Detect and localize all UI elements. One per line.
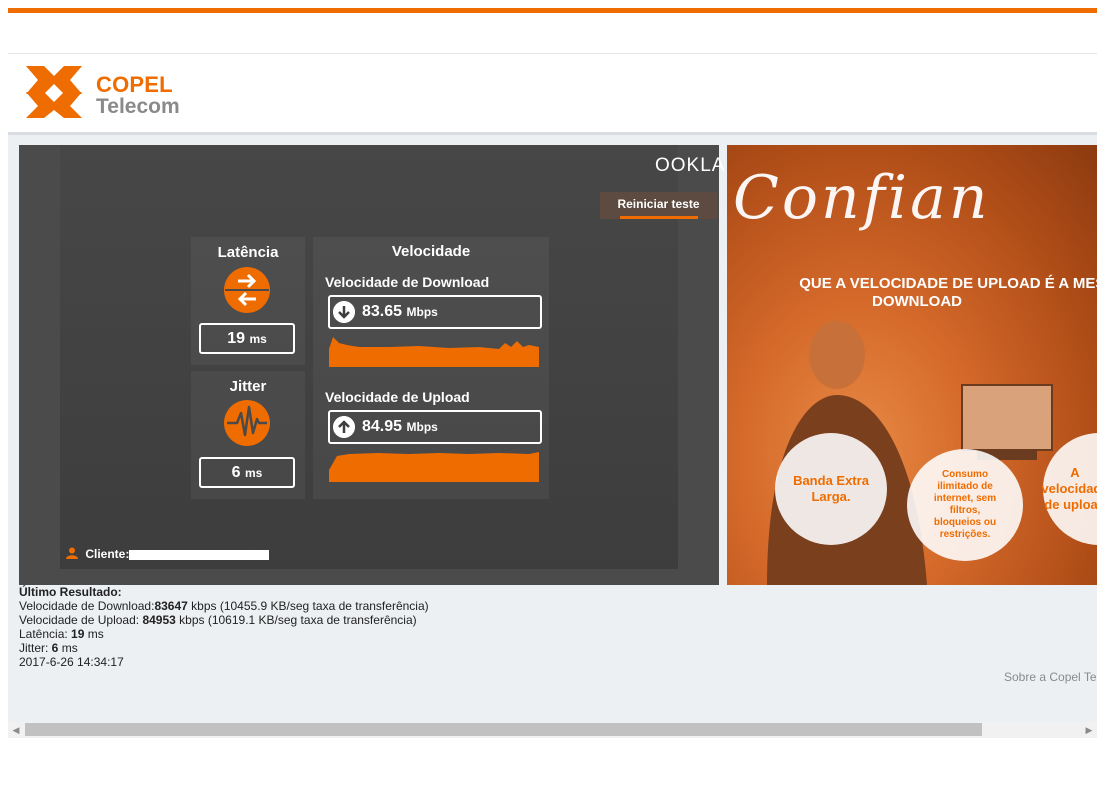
result-timestamp: 2017-6-26 14:34:17 bbox=[19, 655, 124, 669]
result-download: Velocidade de Download:83647 kbps (10455… bbox=[19, 599, 429, 613]
top-accent-bar bbox=[8, 8, 1097, 13]
copel-logo-icon bbox=[26, 66, 82, 118]
speed-card: Velocidade Velocidade de Download 83.65 … bbox=[313, 237, 549, 499]
restart-test-label: Reiniciar teste bbox=[617, 197, 700, 211]
jitter-value-box: 6 ms bbox=[199, 457, 295, 488]
latency-value: 19 bbox=[227, 330, 245, 347]
jitter-title: Jitter bbox=[229, 378, 267, 395]
scrollbar-thumb[interactable] bbox=[25, 723, 982, 736]
client-redacted bbox=[128, 549, 269, 560]
download-label: Velocidade de Download bbox=[325, 274, 490, 290]
latency-icon bbox=[224, 267, 270, 313]
jitter-icon bbox=[224, 400, 270, 446]
speedtest-inner: OOKLA Reiniciar teste Latência 19 ms Jit… bbox=[60, 145, 724, 569]
jitter-unit: ms bbox=[245, 466, 263, 480]
result-upload: Velocidade de Upload: 84953 kbps (10619.… bbox=[19, 613, 417, 627]
download-unit: Mbps bbox=[406, 305, 438, 319]
upload-label: Velocidade de Upload bbox=[325, 389, 470, 405]
last-result-title: Último Resultado: bbox=[19, 585, 122, 599]
upload-arrow-icon bbox=[333, 416, 355, 438]
latency-unit: ms bbox=[249, 332, 267, 346]
restart-test-button[interactable]: Reiniciar teste bbox=[600, 192, 717, 219]
ad-circle-banda: Banda Extra Larga. bbox=[775, 433, 887, 545]
header-divider bbox=[8, 53, 1097, 54]
user-icon bbox=[66, 547, 78, 559]
page-frame: COPEL Telecom OOKLA Reiniciar teste Latê… bbox=[8, 0, 1097, 738]
download-value: 83.65 bbox=[362, 303, 403, 320]
client-info: Cliente: bbox=[66, 547, 269, 561]
latency-title: Latência bbox=[217, 244, 279, 261]
speedtest-panel: OOKLA Reiniciar teste Latência 19 ms Jit… bbox=[19, 145, 724, 585]
ookla-brand: OOKLA bbox=[655, 155, 726, 176]
result-latency: Latência: 19 ms bbox=[19, 627, 104, 641]
copel-telecom-logo[interactable]: COPEL Telecom bbox=[24, 64, 204, 120]
upload-value: 84.95 bbox=[362, 418, 403, 435]
upload-value-box: 84.95 Mbps bbox=[328, 410, 542, 444]
latency-value-box: 19 ms bbox=[199, 323, 295, 354]
scroll-right-icon[interactable]: ▶ bbox=[1081, 722, 1097, 738]
logo-text-telecom: Telecom bbox=[96, 95, 180, 118]
scroll-left-icon[interactable]: ◀ bbox=[8, 722, 24, 738]
restart-underline bbox=[620, 216, 698, 219]
horizontal-scrollbar[interactable]: ◀ ▶ bbox=[8, 722, 1097, 738]
ad-circle-consumo: Consumo ilimitado de internet, sem filtr… bbox=[907, 449, 1023, 561]
jitter-value: 6 bbox=[231, 464, 241, 481]
jitter-card: Jitter 6 ms bbox=[191, 371, 305, 499]
ad-person-illustration bbox=[767, 321, 1053, 585]
ad-banner[interactable]: Confian QUE A VELOCIDADE DE UPLOAD É A M… bbox=[727, 145, 1097, 585]
latency-card: Latência 19 ms bbox=[191, 237, 305, 365]
upload-unit: Mbps bbox=[406, 420, 438, 434]
download-value-box: 83.65 Mbps bbox=[328, 295, 542, 329]
download-graph bbox=[329, 337, 539, 367]
download-arrow-icon bbox=[333, 301, 355, 323]
last-result: Último Resultado: Velocidade de Download… bbox=[19, 585, 429, 669]
client-label: Cliente: bbox=[85, 547, 130, 561]
ad-script-text: Confian bbox=[733, 163, 991, 233]
about-copel-link[interactable]: Sobre a Copel Telecom bbox=[1004, 670, 1097, 684]
upload-graph bbox=[329, 452, 539, 482]
result-jitter: Jitter: 6 ms bbox=[19, 641, 78, 655]
speed-title: Velocidade bbox=[391, 243, 471, 260]
